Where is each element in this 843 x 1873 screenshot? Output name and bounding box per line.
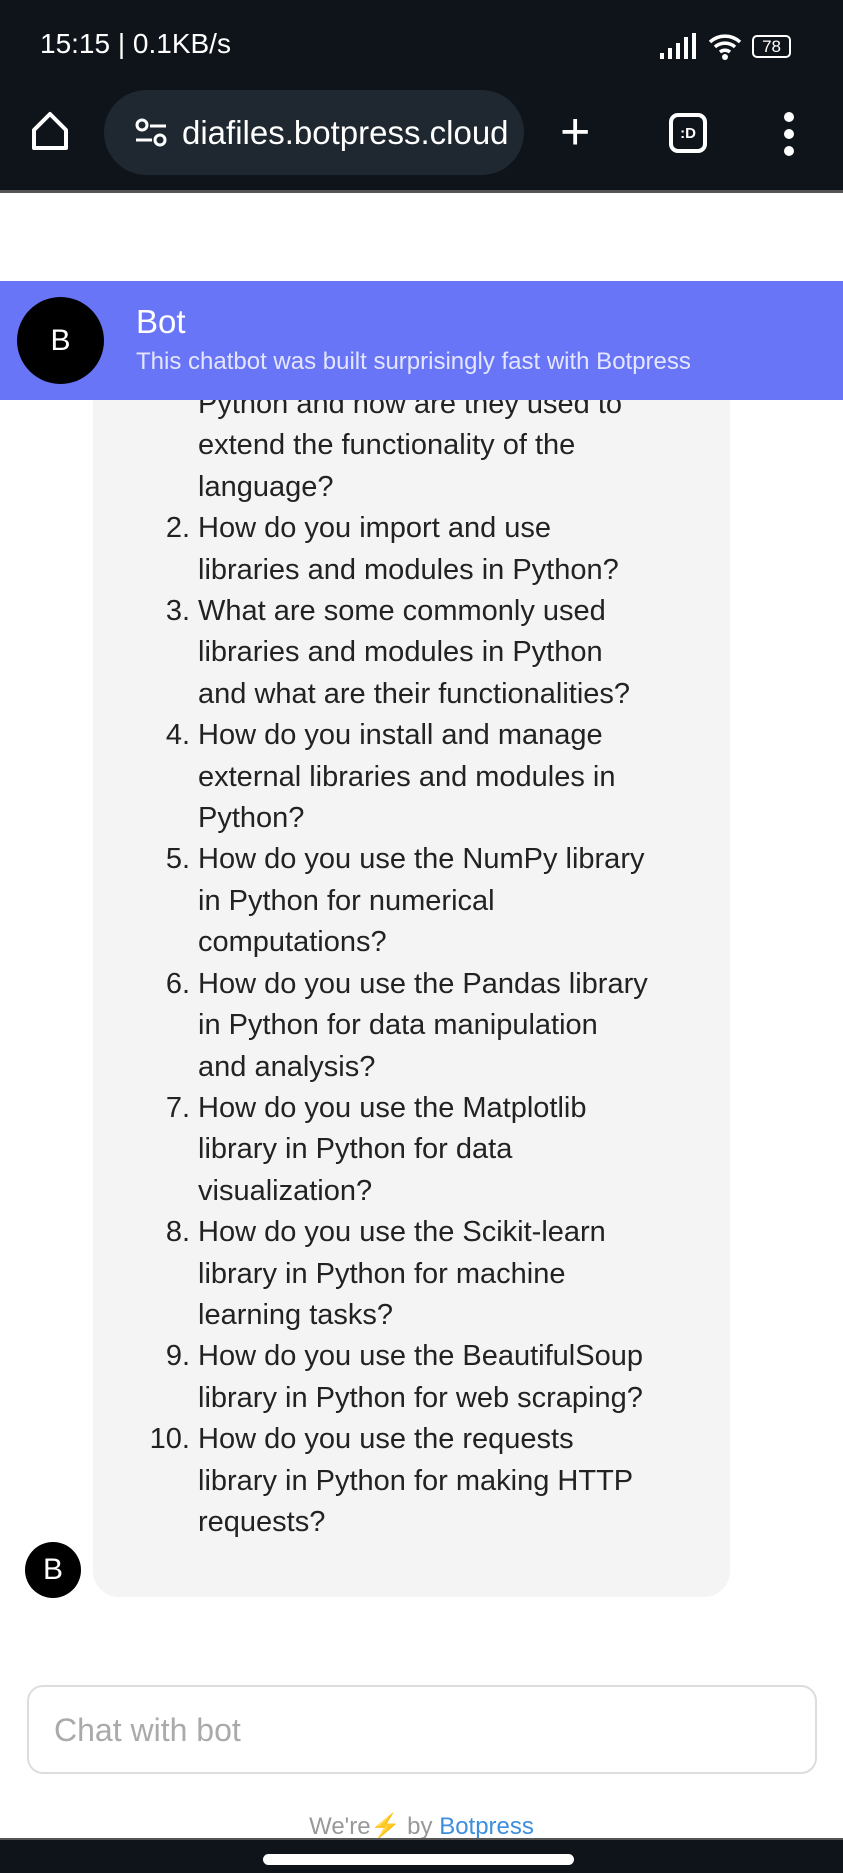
question-list: Python and how are they used to extend th… xyxy=(0,384,843,1543)
list-item: 7. How do you use the Matplotlib library i… xyxy=(0,1088,843,1212)
home-gesture-handle[interactable] xyxy=(263,1854,574,1865)
wifi-icon xyxy=(708,34,742,60)
item-text-line: library in Python for web scraping? xyxy=(198,1381,643,1414)
item-text-line: visualization? xyxy=(198,1174,373,1207)
status-icons: 78 xyxy=(658,32,791,60)
item-text-line: library in Python for data xyxy=(198,1133,513,1166)
item-text-line: What are some commonly used xyxy=(198,595,606,628)
navigation-bar xyxy=(0,1838,843,1873)
item-number: 7. xyxy=(165,1091,190,1124)
item-number: 4. xyxy=(165,719,190,752)
item-text-line: How do you use the Scikit-learn xyxy=(198,1216,606,1249)
address-bar[interactable]: diafiles.botpress.cloud xyxy=(104,90,524,175)
more-menu-button[interactable] xyxy=(784,112,794,156)
item-text-line: requests? xyxy=(198,1505,326,1538)
bot-avatar: B xyxy=(17,297,104,384)
status-time: 15:15 | 0.1KB/s xyxy=(40,28,231,59)
item-text-line: How do you import and use xyxy=(198,512,552,545)
item-text-line: library in Python for machine xyxy=(198,1257,566,1290)
item-text-line: in Python for numerical xyxy=(198,884,495,917)
home-icon[interactable] xyxy=(30,110,70,152)
message-avatar: B xyxy=(25,1542,81,1598)
item-text-line: libraries and modules in Python? xyxy=(198,553,619,586)
botpress-link[interactable]: Botpress xyxy=(439,1813,534,1840)
item-text-line: and what are their functionalities? xyxy=(198,677,631,710)
item-text-line: language? xyxy=(198,470,334,503)
powered-by-footer: We're⚡ by Botpress xyxy=(0,1812,843,1841)
item-text-line: How do you use the requests xyxy=(198,1423,574,1456)
list-item: 4. How do you install and manage external … xyxy=(0,715,843,839)
item-text-line: How do you use the NumPy library xyxy=(198,843,645,876)
lightning-icon: ⚡ xyxy=(370,1813,401,1840)
item-number: 5. xyxy=(165,843,190,876)
list-item: Python and how are they used to extend th… xyxy=(0,384,843,508)
item-text-line: learning tasks? xyxy=(198,1298,394,1331)
signal-icon xyxy=(660,33,697,59)
item-text-line: library in Python for making HTTP xyxy=(198,1464,634,1497)
list-item: 5. How do you use the NumPy library in Pyt… xyxy=(0,839,843,963)
chat-header: B Bot This chatbot was built surprisingl… xyxy=(0,281,843,400)
item-number: 8. xyxy=(165,1216,190,1249)
item-text-line: extend the functionality of the xyxy=(198,429,576,462)
list-item: 2. How do you import and use libraries and… xyxy=(0,508,843,591)
bot-description: This chatbot was built surprisingly fast… xyxy=(136,348,691,375)
list-item: 8. How do you use the Scikit-learn library… xyxy=(0,1212,843,1336)
item-number: 3. xyxy=(165,595,190,628)
item-text-line: Python? xyxy=(198,802,305,835)
item-text-line: How do you install and manage xyxy=(198,719,603,752)
list-item: 10. How do you use the requests library in… xyxy=(0,1419,843,1543)
item-number: 9. xyxy=(165,1340,190,1373)
item-text-line: libraries and modules in Python xyxy=(198,636,603,669)
item-number: 2. xyxy=(165,512,190,545)
item-text-line: How do you use the Matplotlib xyxy=(198,1091,587,1124)
item-text-line: in Python for data manipulation xyxy=(198,1009,598,1042)
url-text[interactable]: diafiles.botpress.cloud xyxy=(182,114,509,152)
list-item: 3. What are some commonly used libraries a… xyxy=(0,591,843,715)
item-text-line: and analysis? xyxy=(198,1050,376,1083)
item-text-line: How do you use the Pandas library xyxy=(198,967,648,1000)
item-text-line: external libraries and modules in xyxy=(198,760,616,793)
item-text-line: computations? xyxy=(198,926,387,959)
footer-prefix: We're xyxy=(309,1813,371,1840)
new-tab-button[interactable]: + xyxy=(560,102,590,162)
chat-input[interactable]: Chat with bot xyxy=(27,1685,817,1774)
list-item: 6. How do you use the Pandas library in Py… xyxy=(0,964,843,1088)
battery-icon: 78 xyxy=(752,34,791,58)
item-number: 6. xyxy=(165,967,190,1000)
browser-chrome: 15:15 | 0.1KB/s 78 diafiles.botpress.clo… xyxy=(0,0,843,193)
footer-by: by xyxy=(407,1813,433,1840)
list-item: 9. How do you use the BeautifulSoup librar… xyxy=(0,1336,843,1419)
item-number xyxy=(0,384,198,508)
item-number: 10. xyxy=(149,1423,190,1456)
item-text-line: How do you use the BeautifulSoup xyxy=(198,1340,643,1373)
tab-switcher-button[interactable]: :D xyxy=(669,113,707,153)
bot-name: Bot xyxy=(136,303,186,340)
site-settings-icon[interactable] xyxy=(134,118,168,148)
